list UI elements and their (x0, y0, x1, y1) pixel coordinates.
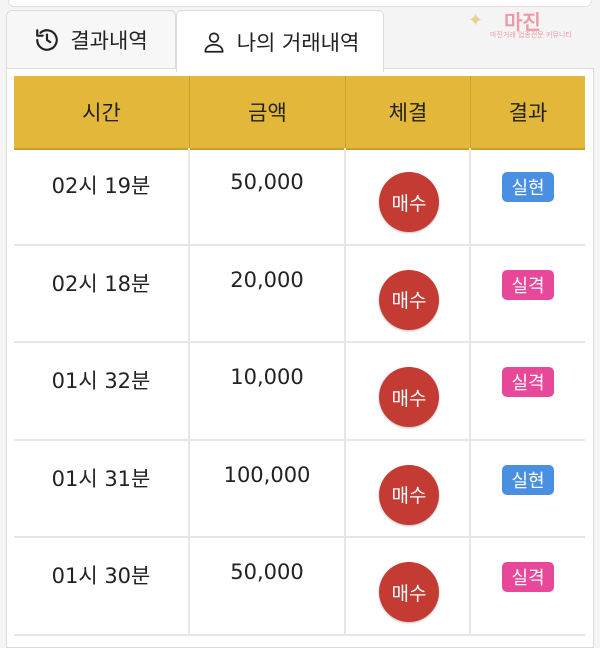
amount-cell: 10,000 (230, 365, 304, 389)
amount-cell: 100,000 (223, 462, 311, 487)
amount-cell: 50,000 (230, 170, 304, 194)
result-badge: 실현 (502, 464, 554, 495)
tab-my-trades[interactable]: 나의 거래내역 (176, 10, 384, 72)
buy-badge: 매수 (379, 562, 439, 622)
buy-badge: 매수 (379, 172, 439, 232)
result-badge: 실현 (502, 172, 554, 202)
tab-my-trades-label: 나의 거래내역 (236, 30, 360, 55)
history-icon (36, 28, 59, 51)
amount-cell: 50,000 (230, 560, 304, 584)
time-cell: 01시 31분 (51, 466, 151, 491)
amount-cell: 20,000 (230, 267, 304, 292)
table-row: 02시 19분 50,000 매수 실현 (14, 148, 585, 246)
table-row: 01시 31분 100,000 매수 실현 (14, 440, 585, 538)
time-cell: 01시 30분 (51, 564, 151, 588)
header-trade: 체결 (346, 76, 471, 148)
time-cell: 02시 18분 (51, 271, 151, 296)
header-result: 결과 (508, 101, 548, 125)
time-cell: 01시 32분 (51, 369, 151, 393)
table-header: 시간 금액 체결 결과 (14, 76, 585, 150)
tab-results[interactable]: 결과내역 (6, 10, 176, 68)
buy-badge: 매수 (379, 269, 439, 330)
table-row: 01시 32분 10,000 매수 실격 (14, 343, 585, 441)
logo-subtext: 마진거래 업종전문 커뮤니티 (490, 31, 572, 39)
header-time: 시간 (14, 76, 190, 148)
table-row: 02시 18분 20,000 매수 실격 (14, 245, 585, 343)
header-amount: 금액 (190, 76, 346, 148)
user-icon (204, 31, 224, 53)
result-badge: 실격 (502, 562, 554, 592)
table-row: 01시 30분 50,000 매수 실격 (14, 538, 585, 636)
table-body: 02시 19분 50,000 매수 실현 02시 18분 20,000 매수 실… (14, 148, 585, 636)
result-badge: 실격 (502, 367, 554, 397)
tab-results-label: 결과내역 (70, 28, 148, 53)
watermark-logo: ✦ 마진 마진거래 업종전문 커뮤니티 (468, 6, 578, 40)
result-badge: 실격 (502, 269, 554, 300)
logo-wing-icon: ✦ (468, 10, 484, 31)
buy-badge: 매수 (379, 464, 439, 525)
time-cell: 02시 19분 (51, 174, 151, 198)
buy-badge: 매수 (379, 367, 439, 427)
